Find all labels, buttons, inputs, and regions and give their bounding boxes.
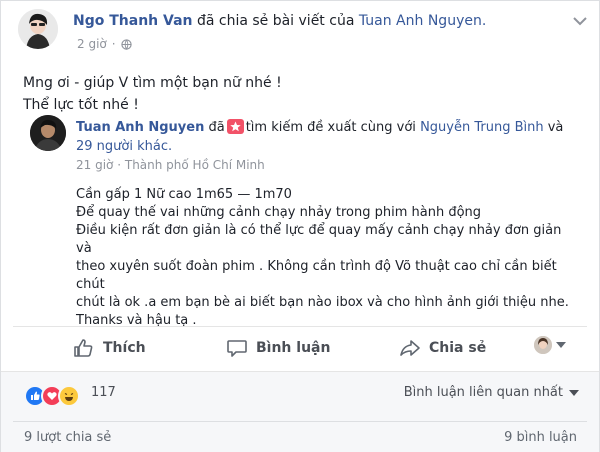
post-meta: 2 giờ · (77, 37, 132, 51)
footer-divider (13, 421, 587, 422)
others-link[interactable]: 29 người khác. (76, 139, 172, 154)
comment-count[interactable]: 9 bình luận (504, 430, 577, 445)
like-label: Thích (103, 340, 146, 356)
shared-post-text: Cần gấp 1 Nữ cao 1m65 — 1m70 Để quay thế… (76, 186, 581, 330)
header-action-text: đã chia sẻ bài viết của (196, 13, 355, 29)
recommendation-star-icon (226, 119, 244, 134)
post-text-line: Mng ơi - giúp V tìm một bạn nữ nhé ! (23, 75, 282, 91)
post-as-selector[interactable] (534, 336, 566, 354)
thumbs-up-icon (74, 339, 93, 357)
shared-text-line: Cần gấp 1 Nữ cao 1m65 — 1m70 (76, 187, 292, 202)
shared-text-line: chút là ok .a em bạn bè ai biết bạn nào … (76, 295, 569, 310)
shared-text-line: Điều kiện rất đơn giản là có thể lực để … (76, 223, 562, 256)
share-label: Chia sẻ (429, 340, 487, 356)
comment-label: Bình luận (256, 340, 331, 356)
globe-icon[interactable] (120, 38, 132, 50)
post-header: Ngo Thanh Van đã chia sẻ bài viết của Tu… (73, 12, 486, 30)
post-time[interactable]: 2 giờ (77, 37, 107, 51)
shared-author-avatar[interactable] (30, 115, 66, 151)
chevron-down-icon (569, 389, 579, 396)
post-text: Mng ơi - giúp V tìm một bạn nữ nhé ! Thể… (23, 72, 282, 116)
comment-bubble-icon (227, 340, 247, 357)
post-card: Ngo Thanh Van đã chia sẻ bài viết của Tu… (0, 0, 600, 452)
author-avatar[interactable] (18, 9, 58, 49)
shared-verb: đã (208, 120, 225, 135)
shared-text-line: theo xuyên suốt đoàn phim . Không cần tr… (76, 259, 557, 292)
shared-conjunction: và (547, 120, 564, 135)
reaction-count[interactable]: 117 (91, 385, 116, 400)
tagged-person-link[interactable]: Nguyễn Trung Bình (420, 120, 544, 135)
shared-location[interactable]: Thành phố Hồ Chí Minh (125, 158, 265, 172)
shared-from-link[interactable]: Tuan Anh Nguyen. (359, 13, 486, 29)
shared-author-name[interactable]: Tuan Anh Nguyen (76, 120, 204, 135)
haha-reaction-icon (58, 385, 80, 407)
shared-text-line: Thanks và hậu tạ . (76, 313, 197, 328)
reaction-icons[interactable] (24, 385, 80, 407)
sort-label: Bình luận liên quan nhất (403, 385, 563, 400)
share-arrow-icon (400, 340, 420, 356)
share-button[interactable]: Chia sẻ (399, 338, 486, 358)
shared-header: Tuan Anh Nguyen đã tìm kiếm đề xuất cùng… (76, 118, 576, 156)
viewer-avatar (534, 336, 552, 354)
comment-sort-dropdown[interactable]: Bình luận liên quan nhất (404, 385, 579, 400)
like-button[interactable]: Thích (73, 338, 146, 358)
shared-text-line: Để quay thế vai những cảnh chạy nhảy tro… (76, 205, 482, 220)
chevron-down-icon (556, 342, 566, 348)
author-name[interactable]: Ngo Thanh Van (73, 13, 193, 29)
post-text-line: Thể lực tốt nhé ! (23, 97, 139, 113)
more-options-icon[interactable] (571, 15, 589, 27)
actions-top-divider (13, 326, 587, 327)
comment-button[interactable]: Bình luận (226, 338, 330, 358)
shared-time[interactable]: 21 giờ (76, 158, 113, 172)
shared-meta: 21 giờ · Thành phố Hồ Chí Minh (76, 158, 265, 172)
shared-verb-rest: tìm kiếm đề xuất cùng với (245, 120, 416, 135)
share-count[interactable]: 9 lượt chia sẻ (24, 430, 111, 445)
